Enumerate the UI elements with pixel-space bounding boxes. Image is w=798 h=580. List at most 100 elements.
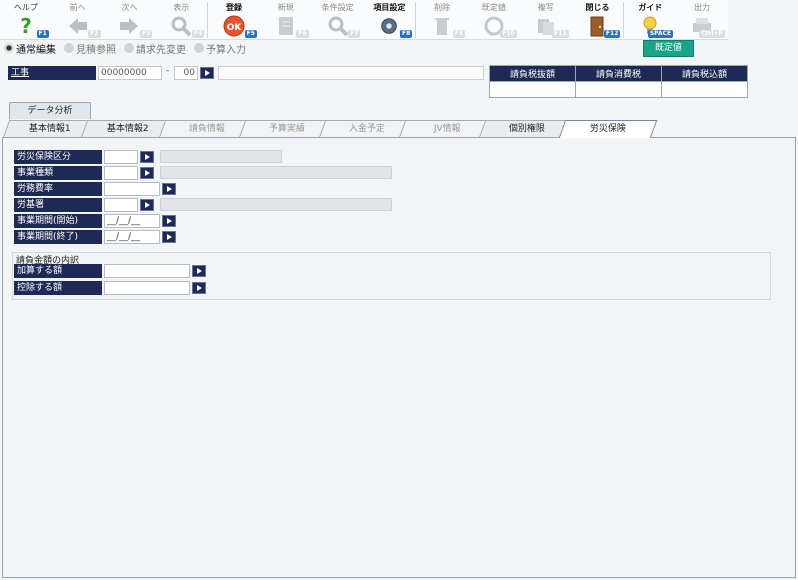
toolbar-button-label: 登録 [226, 3, 243, 12]
fkey-badge: F4 [191, 30, 205, 38]
toolbar-button-label: 項目設定 [373, 3, 406, 12]
default-value-button[interactable]: 既定値 [643, 40, 694, 57]
mode-item-label: 請求先変更 [136, 44, 186, 56]
toolbar-button-label: 条件設定 [321, 3, 354, 12]
fkey-badge: F6 [296, 30, 309, 38]
toolbar-button-f5[interactable]: 登録 OK F5 [208, 0, 260, 40]
toolbar-button-label: 新規 [277, 3, 294, 12]
kouji-name-field [218, 66, 484, 80]
toolbar-button-f8[interactable]: 項目設定 F8 [363, 0, 415, 40]
toolbar-button-f1[interactable]: ヘルプ? F1 [0, 0, 52, 40]
toolbar-button-f9[interactable]: 削除 F9 [416, 0, 468, 40]
mode-item-0[interactable]: 通常編集 [4, 41, 56, 56]
toolbar-button-label: 前へ [69, 3, 86, 12]
kikan-end-arrow-icon[interactable] [162, 231, 176, 243]
rousai-kubun-arrow-icon[interactable] [140, 151, 154, 163]
toolbar-button-f11[interactable]: 複写 F11 [520, 0, 572, 40]
toolbar-button-f3[interactable]: 次へ F3 [104, 0, 156, 40]
rokisho-label: 労基署 [14, 198, 102, 212]
tab-label: 請負情報 [188, 124, 225, 134]
next-arrow-icon [118, 15, 140, 37]
tab-label: 入金予定 [348, 124, 385, 134]
toolbar-button-f7[interactable]: 条件設定 F7 [312, 0, 364, 40]
toolbar-button-ctrl-p[interactable]: 出力 Ctrl+P [676, 0, 728, 40]
rousai-kubun-label: 労災保険区分 [14, 150, 102, 164]
tab-7[interactable]: 労災保険 [558, 120, 658, 138]
item-setting-icon [378, 15, 400, 37]
toolbar-button-label: 既定値 [481, 3, 506, 12]
radio-icon [64, 43, 74, 53]
trash-icon [431, 15, 453, 37]
tab-label: 労災保険 [589, 124, 626, 134]
mode-item-3[interactable]: 予算入力 [194, 41, 246, 56]
rousai-kubun-name [160, 150, 282, 163]
toolbar-button-f4[interactable]: 表示 F4 [155, 0, 207, 40]
sub-amount-input[interactable] [104, 281, 190, 295]
rousai-kubun-input[interactable] [104, 150, 138, 164]
tax-header-excl: 請負税抜額 [489, 65, 576, 82]
add-amount-arrow-icon[interactable] [192, 265, 206, 277]
mode-item-label: 見積参照 [76, 44, 116, 56]
toolbar-button-label: 表示 [173, 3, 190, 12]
toolbar-button-label: 次へ [121, 3, 138, 12]
fkey-badge: F1 [36, 30, 49, 38]
kouji-sub-input[interactable]: 00 [174, 66, 198, 80]
mode-item-label: 予算入力 [206, 44, 246, 56]
radio-icon [194, 43, 204, 53]
kouji-code-input[interactable]: 00000000 [98, 66, 162, 80]
fkey-badge: F5 [244, 30, 257, 38]
toolbar-button-label: 出力 [694, 3, 711, 12]
toolbar-button-label: 複写 [537, 3, 554, 12]
fkey-badge: F9 [452, 30, 466, 38]
toolbar-button-f10[interactable]: 既定値 F10 [468, 0, 520, 40]
toolbar-button-f2[interactable]: 前へ F2 [52, 0, 104, 40]
tab-data-analysis[interactable]: データ分析 [9, 102, 91, 119]
tab-label: 基本情報2 [106, 124, 149, 134]
romuhi-ritsu-arrow-icon[interactable] [162, 183, 176, 195]
tab-label: JV情報 [433, 124, 461, 134]
tax-value-excl [489, 81, 576, 98]
toolbar-button-f6[interactable]: 新規 F6 [260, 0, 312, 40]
radio-icon [124, 43, 134, 53]
fkey-badge: F10 [500, 30, 517, 38]
romuhi-ritsu-input[interactable] [104, 182, 160, 196]
kouji-lookup-arrow-icon[interactable] [200, 67, 214, 79]
fkey-badge: F2 [88, 30, 101, 38]
kikan-start-label: 事業期間(開始) [14, 214, 102, 228]
sub-amount-label: 控除する額 [14, 281, 102, 295]
rokisho-name [160, 198, 392, 211]
rokisho-arrow-icon[interactable] [140, 199, 154, 211]
radio-selected-icon [4, 43, 14, 53]
tax-table: 請負税抜額 請負消費税 請負税込額 [489, 65, 748, 98]
tab-label: 個別権限 [508, 124, 545, 134]
toolbar-button-label: ヘルプ [13, 3, 38, 12]
ok-icon: OK [223, 15, 245, 37]
kikan-start-arrow-icon[interactable] [162, 215, 176, 227]
tab-label: 基本情報1 [28, 124, 71, 134]
kikan-start-input[interactable]: __/__/__ [104, 214, 160, 228]
jigyo-shurui-input[interactable] [104, 166, 138, 180]
mode-bar: 通常編集 見積参照 請求先変更 予算入力 [0, 40, 250, 56]
toolbar-button-label: 閉じる [585, 3, 610, 12]
add-amount-input[interactable] [104, 264, 190, 278]
toolbar-button-space[interactable]: ガイド SPACE [624, 0, 676, 40]
jigyo-shurui-name [160, 166, 392, 179]
toolbar-button-f12[interactable]: 閉じる F12 [572, 0, 624, 40]
new-doc-icon [275, 15, 297, 37]
tab-strip: 基本情報1 基本情報2 請負情報 予算実績 入金予定 JV情報 個別権限 労災保険 [2, 120, 658, 138]
prev-arrow-icon [67, 15, 89, 37]
fkey-badge: SPACE [647, 30, 674, 38]
rokisho-input[interactable] [104, 198, 138, 212]
svg-text:?: ? [20, 15, 32, 37]
kouji-dash: - [166, 66, 170, 76]
toolbar: ヘルプ? F1 前へ F2 次へ F3 表示 F4 登録 OK F5 新規 F6 条件設定 F7 項目設定 F8… [0, 0, 728, 40]
tax-value-incl [661, 81, 748, 98]
romuhi-ritsu-label: 労務費率 [14, 182, 102, 196]
kouji-label[interactable]: 工事 [8, 66, 96, 80]
sub-amount-arrow-icon[interactable] [192, 282, 206, 294]
mode-item-2[interactable]: 請求先変更 [124, 41, 186, 56]
fkey-badge: F12 [603, 30, 621, 38]
mode-item-1[interactable]: 見積参照 [64, 41, 116, 56]
jigyo-shurui-arrow-icon[interactable] [140, 167, 154, 179]
kikan-end-input[interactable]: __/__/__ [104, 230, 160, 244]
